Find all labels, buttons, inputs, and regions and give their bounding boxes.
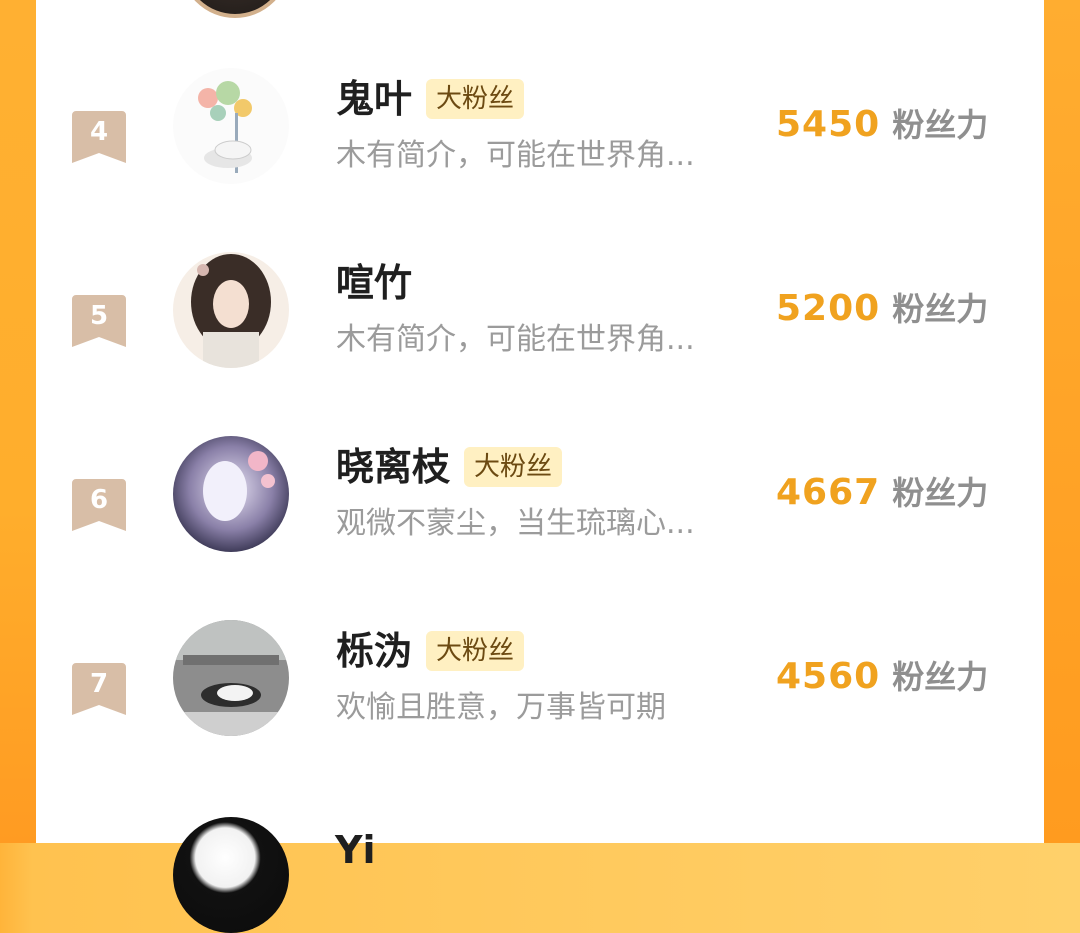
fan-badge: 大粉丝 [464,447,563,487]
rank-number: 7 [89,669,109,699]
user-name[interactable]: Yi [335,828,376,872]
fan-score: 4560 粉丝力 [776,652,988,698]
user-name[interactable]: 喧竹 [336,260,412,306]
fan-badge: 大粉丝 [426,79,525,119]
fan-score: 4667 粉丝力 [776,468,988,514]
fan-score: 5450 粉丝力 [776,100,988,146]
list-item[interactable]: 4 鬼叶 大粉丝 木有简介，可能在世界角... 5450 粉丝力 [36,48,1044,228]
score-value: 4667 [776,472,881,513]
score-unit: 粉丝力 [892,106,989,144]
avatar-cat-flowers-icon [173,68,289,184]
fan-score: 5200 粉丝力 [776,284,988,330]
user-name[interactable]: 栎沩 [336,628,412,674]
avatar-anime-character-icon [173,252,289,368]
user-bio: 欢愉且胜意，万事皆可期 [336,690,666,725]
avatar-anime-girl-icon [173,436,289,552]
rank-badge: 4 [72,111,126,165]
avatar-cat-photo-icon [173,620,289,736]
avatar[interactable] [173,620,289,736]
score-unit: 粉丝力 [892,474,989,512]
user-bio: 观微不蒙尘，当生琉璃心... [336,506,695,541]
user-name[interactable]: 鬼叶 [336,76,412,122]
right-orange-border [1040,0,1080,843]
list-item[interactable]: 7 栎沩 大粉丝 欢愉且胜意，万事皆可期 4560 粉丝力 [36,600,1044,780]
rank-number: 4 [89,117,109,147]
user-name[interactable]: 晓离枝 [336,444,450,490]
avatar[interactable] [173,68,289,184]
list-item[interactable]: 5 喧竹 木有简介，可能在世界角... 5200 粉丝力 [36,232,1044,412]
user-bio: 木有简介，可能在世界角... [336,322,695,357]
rank-number: 5 [89,301,109,331]
list-item[interactable]: 6 晓离枝 大粉丝 观微不蒙尘，当生琉璃心... 4667 粉丝力 [36,416,1044,596]
score-value: 4560 [776,656,881,697]
avatar[interactable] [173,252,289,368]
score-unit: 粉丝力 [892,658,989,696]
rank-badge: 5 [72,295,126,349]
score-unit: 粉丝力 [892,290,989,328]
score-value: 5200 [776,288,881,329]
score-value: 5450 [776,104,881,145]
rank-number: 6 [89,485,109,515]
avatar[interactable] [173,436,289,552]
rank-badge: 7 [72,663,126,717]
fan-badge: 大粉丝 [426,631,525,671]
avatar[interactable] [173,817,289,933]
user-bio: 木有简介，可能在世界角... [336,138,695,173]
left-orange-border [0,0,40,843]
rank-badge: 6 [72,479,126,533]
